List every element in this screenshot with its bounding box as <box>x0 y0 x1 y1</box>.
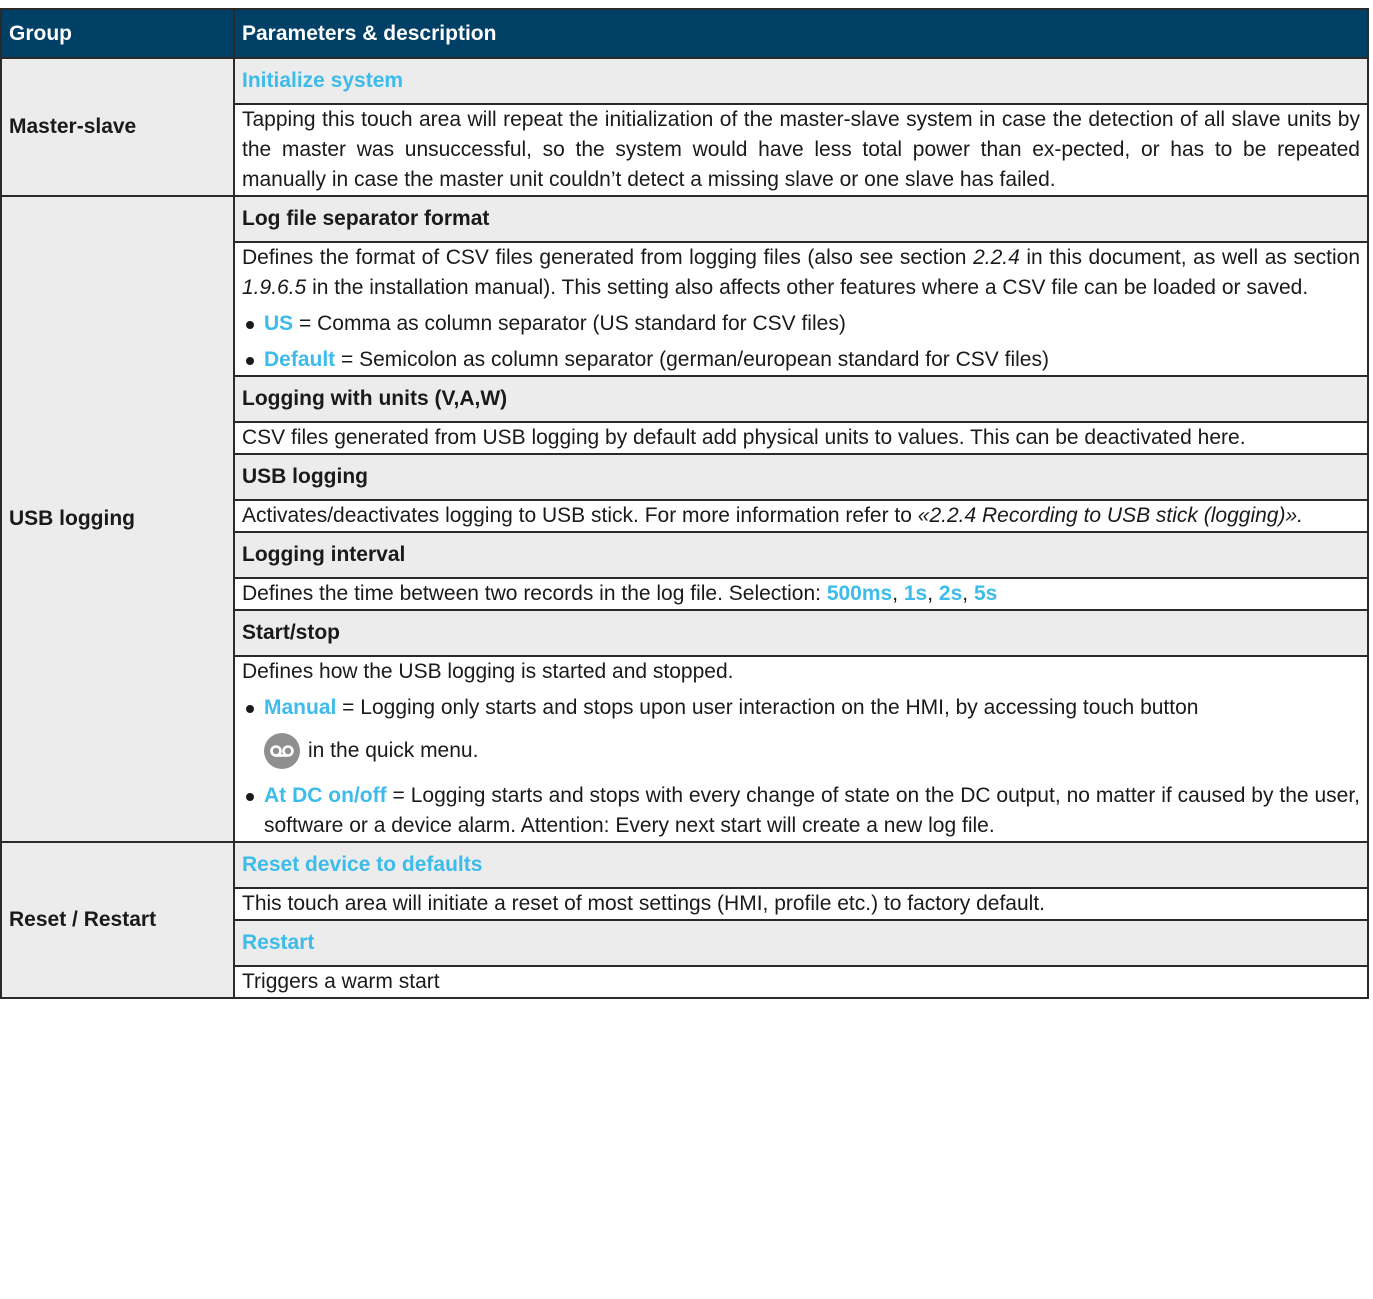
list-item: Default = Semicolon as column separator … <box>242 345 1360 375</box>
table-header-row: Group Parameters & description <box>0 8 1369 59</box>
param-start-stop: Start/stop <box>233 609 1369 657</box>
separator-options: US = Comma as column separator (US stand… <box>242 309 1360 375</box>
group-reset-restart: Reset / Restart <box>0 841 235 999</box>
desc-reset-defaults: This touch area will initiate a reset of… <box>233 887 1369 921</box>
ref-recording: «2.2.4 Recording to USB stick (logging)»… <box>917 504 1303 527</box>
ref-2-2-4: 2.2.4 <box>973 246 1020 269</box>
parameters-table: Group Parameters & description Master-sl… <box>0 8 1369 999</box>
desc-logging-units: CSV files generated from USB logging by … <box>233 421 1369 455</box>
option-at-dc: At DC on/off <box>264 784 387 807</box>
param-initialize-system: Initialize system <box>233 57 1369 105</box>
desc-logging-interval: Defines the time between two records in … <box>233 577 1369 611</box>
text: Defines the time between two records in … <box>242 582 827 605</box>
text: = Logging only starts and stops upon use… <box>336 696 1199 719</box>
header-group: Group <box>0 8 235 59</box>
desc-initialize-system: Tapping this touch area will repeat the … <box>233 103 1369 197</box>
table-row: USB logging Log file separator format <box>0 195 1369 843</box>
desc-restart: Triggers a warm start <box>233 965 1369 999</box>
list-item: At DC on/off = Logging starts and stops … <box>242 781 1360 841</box>
text: = Comma as column separator (US standard… <box>293 312 846 335</box>
table-row: Master-slave Initialize system <box>0 57 1369 197</box>
param-reset-defaults: Reset device to defaults <box>233 841 1369 889</box>
param-logging-interval: Logging interval <box>233 531 1369 579</box>
desc-usb-logging: Activates/deactivates logging to USB sti… <box>233 499 1369 533</box>
sep: , <box>927 582 939 605</box>
param-logging-units: Logging with units (V,A,W) <box>233 375 1369 423</box>
sep: , <box>892 582 904 605</box>
text: in this document, as well as section <box>1019 246 1360 269</box>
group-master-slave: Master-slave <box>0 57 235 197</box>
param-restart: Restart <box>233 919 1369 967</box>
option-2s: 2s <box>938 582 963 605</box>
text: Activates/deactivates logging to USB sti… <box>242 504 918 527</box>
option-1s: 1s <box>903 582 928 605</box>
desc-log-separator: Defines the format of CSV files generate… <box>233 241 1369 377</box>
table-row: Reset / Restart Reset device to defaults <box>0 841 1369 999</box>
option-default: Default <box>264 348 336 371</box>
sep: , <box>962 582 974 605</box>
text: = Semicolon as column separator (german/… <box>335 348 1049 371</box>
text: in the quick menu. <box>308 739 479 762</box>
list-item: US = Comma as column separator (US stand… <box>242 309 1360 339</box>
icon-line: in the quick menu. <box>264 727 1360 775</box>
param-log-separator: Log file separator format <box>233 195 1369 243</box>
option-5s: 5s <box>973 582 998 605</box>
option-manual: Manual <box>264 696 337 719</box>
ref-1-9-6-5: 1.9.6.5 <box>242 276 307 299</box>
param-usb-logging: USB logging <box>233 453 1369 501</box>
group-usb-logging: USB logging <box>0 195 235 843</box>
cassette-tape-icon <box>264 733 300 769</box>
list-item: Manual = Logging only starts and stops u… <box>242 693 1360 775</box>
text: Defines the format of CSV files generate… <box>242 246 974 269</box>
header-parameters: Parameters & description <box>233 8 1369 59</box>
desc-start-stop: Defines how the USB logging is started a… <box>233 655 1369 843</box>
option-500ms: 500ms <box>826 582 893 605</box>
text: Defines how the USB logging is started a… <box>242 660 734 683</box>
option-us: US <box>264 312 294 335</box>
separator-paragraph: Defines the format of CSV files generate… <box>242 243 1360 303</box>
text: = Logging starts and stops with every ch… <box>264 784 1361 837</box>
start-stop-options: Manual = Logging only starts and stops u… <box>242 693 1360 841</box>
text: in the installation manual). This settin… <box>306 276 1309 299</box>
